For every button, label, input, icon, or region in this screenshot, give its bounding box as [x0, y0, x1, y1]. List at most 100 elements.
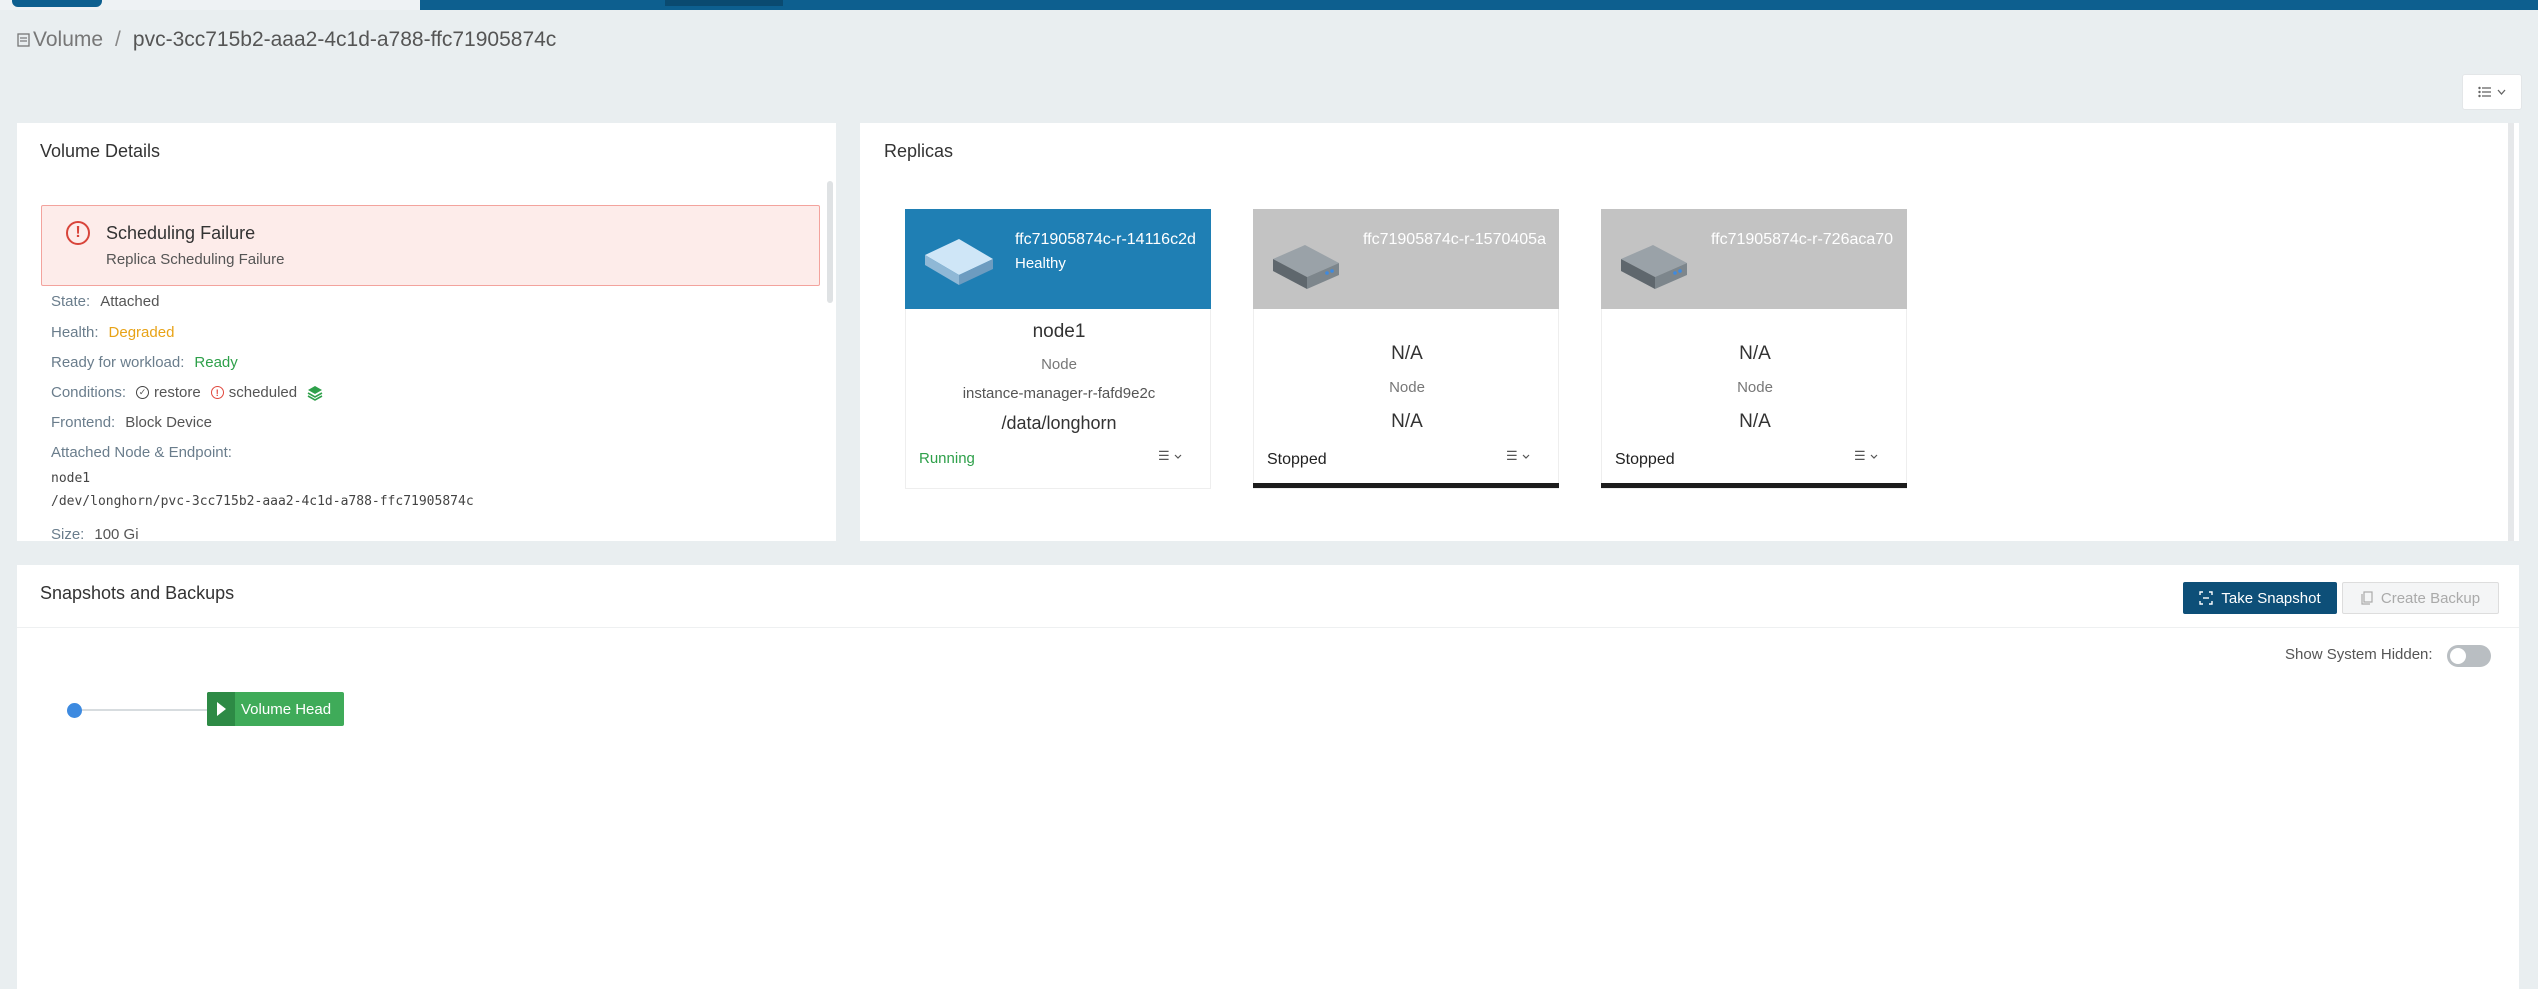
state-value: Attached — [100, 293, 160, 310]
list-icon — [2478, 86, 2491, 98]
chevron-down-icon — [1522, 454, 1530, 459]
replica-name: ffc71905874c-r-14116c2d — [1015, 231, 1196, 248]
top-nav-tab[interactable] — [12, 0, 102, 7]
breadcrumb-root[interactable]: Volume — [17, 28, 103, 52]
health-row: Health: Degraded — [51, 324, 174, 341]
check-circle-icon: ✓ — [136, 386, 150, 399]
list-icon: ☰ — [1506, 448, 1518, 463]
replicas-panel: Replicas ffc71905874c-r-14116c2d Healthy… — [860, 123, 2519, 541]
timeline-root-dot — [67, 703, 82, 718]
error-icon: ! — [66, 221, 90, 245]
condition-scheduled-label: scheduled — [228, 384, 298, 401]
replica-card-header: ffc71905874c-r-726aca70 — [1601, 209, 1907, 309]
frontend-value: Block Device — [125, 414, 212, 431]
snapshot-icon — [2199, 591, 2214, 605]
state-row: State: Attached — [51, 293, 159, 310]
breadcrumb: Volume / pvc-3cc715b2-aaa2-4c1d-a788-ffc… — [17, 28, 556, 52]
attached-node: node1 — [51, 471, 91, 486]
replica-name: ffc71905874c-r-1570405a — [1363, 231, 1546, 248]
chevron-down-icon — [1870, 454, 1878, 459]
scheduling-failure-alert: ! Scheduling Failure Replica Scheduling … — [41, 205, 820, 286]
replica-card-body: node1 Node instance-manager-r-fafd9e2c /… — [905, 309, 1211, 489]
ready-row: Ready for workload: Ready — [51, 354, 238, 371]
conditions-label: Conditions: — [51, 384, 127, 401]
volume-details-title: Volume Details — [40, 141, 161, 161]
health-label: Health: — [51, 324, 99, 341]
breadcrumb-separator: / — [115, 28, 121, 51]
conditions-row: Conditions: ✓ restore ! scheduled — [51, 384, 323, 401]
take-snapshot-button[interactable]: Take Snapshot — [2183, 582, 2337, 614]
volume-details-panel: Volume Details ! Scheduling Failure Repl… — [17, 123, 836, 541]
show-system-hidden-label: Show System Hidden: — [2285, 646, 2433, 663]
create-backup-label: Create Backup — [2380, 589, 2481, 607]
create-backup-button[interactable]: Create Backup — [2342, 582, 2499, 614]
replica-status: Stopped — [1615, 451, 1675, 468]
replicas-title: Replicas — [884, 141, 954, 161]
replica-status: Stopped — [1267, 451, 1327, 468]
play-icon — [207, 692, 235, 726]
replica-state: Healthy — [1015, 255, 1066, 272]
show-system-hidden-toggle[interactable] — [2447, 645, 2491, 667]
volume-icon — [17, 33, 30, 47]
replica-underline — [1601, 483, 1907, 488]
backup-icon — [2361, 591, 2373, 605]
ready-label: Ready for workload: — [51, 354, 185, 371]
attached-label: Attached Node & Endpoint: — [51, 444, 232, 461]
replica-card-body: N/A Node N/A Stopped ☰ — [1601, 309, 1907, 489]
volume-head-label: Volume Head — [241, 700, 332, 718]
replica-node: node1 — [1032, 321, 1086, 342]
ready-value: Ready — [194, 354, 238, 371]
replicas-scrollbar[interactable] — [2508, 123, 2514, 541]
warning-circle-icon: ! — [210, 386, 224, 399]
volume-head-node[interactable]: Volume Head — [207, 692, 344, 726]
replica-path: N/A — [1391, 411, 1423, 432]
replica-node: N/A — [1391, 343, 1423, 364]
condition-scheduled: ! scheduled — [210, 384, 298, 401]
alert-message: Replica Scheduling Failure — [106, 251, 285, 268]
replica-node-label: Node — [1389, 379, 1425, 396]
replica-actions-menu[interactable]: ☰ — [1854, 448, 1878, 464]
replica-path: N/A — [1739, 411, 1771, 432]
replica-instance-manager: instance-manager-r-fafd9e2c — [962, 385, 1156, 402]
replica-card-body: N/A Node N/A Stopped ☰ — [1253, 309, 1559, 489]
chevron-down-icon — [2497, 89, 2506, 95]
take-snapshot-label: Take Snapshot — [2221, 589, 2321, 607]
layers-icon[interactable] — [307, 385, 323, 401]
condition-restore: ✓ restore — [136, 384, 201, 401]
size-row: Size: 100 Gi — [51, 526, 139, 541]
snapshots-divider — [17, 627, 2519, 628]
snapshots-title: Snapshots and Backups — [40, 583, 235, 603]
breadcrumb-root-label[interactable]: Volume — [33, 28, 103, 52]
attached-endpoint: /dev/longhorn/pvc-3cc715b2-aaa2-4c1d-a78… — [51, 494, 474, 509]
chevron-down-icon — [1174, 454, 1182, 459]
replica-card-header: ffc71905874c-r-1570405a — [1253, 209, 1559, 309]
frontend-row: Frontend: Block Device — [51, 414, 212, 431]
replica-actions-menu[interactable]: ☰ — [1506, 448, 1530, 464]
list-icon: ☰ — [1158, 448, 1170, 463]
page-actions-menu-button[interactable] — [2462, 74, 2522, 110]
disk-icon — [1621, 245, 1687, 289]
alert-title: Scheduling Failure — [106, 223, 256, 243]
top-nav-active-indicator — [665, 0, 783, 6]
timeline-connector — [82, 709, 224, 711]
state-label: State: — [51, 293, 91, 310]
snapshots-panel: Snapshots and Backups Take Snapshot Crea… — [17, 565, 2519, 989]
top-nav-bar — [0, 0, 2538, 10]
health-value: Degraded — [108, 324, 175, 341]
list-icon: ☰ — [1854, 448, 1866, 463]
volume-details-scrollbar[interactable] — [827, 181, 833, 303]
toggle-knob — [2450, 648, 2466, 664]
breadcrumb-current: pvc-3cc715b2-aaa2-4c1d-a788-ffc71905874c — [132, 28, 557, 51]
replica-node-label: Node — [1041, 356, 1077, 373]
frontend-label: Frontend: — [51, 414, 116, 431]
replica-node: N/A — [1739, 343, 1771, 364]
replica-card-header: ffc71905874c-r-14116c2d Healthy — [905, 209, 1211, 309]
condition-restore-label: restore — [154, 384, 201, 401]
replica-underline — [1253, 483, 1559, 488]
replica-actions-menu[interactable]: ☰ — [1158, 448, 1182, 464]
disk-icon — [925, 239, 993, 285]
replica-path: /data/longhorn — [1001, 413, 1117, 433]
replica-name: ffc71905874c-r-726aca70 — [1711, 231, 1894, 248]
replica-node-label: Node — [1737, 379, 1773, 396]
size-label: Size: — [51, 526, 85, 541]
